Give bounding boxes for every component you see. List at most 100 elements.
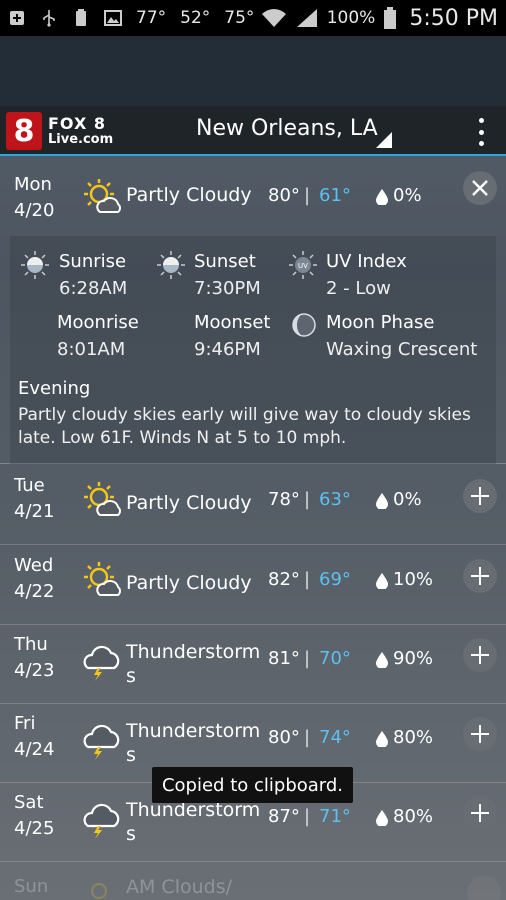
forecast-day-expanded: Mon 4/20 Partly Cloudy 80° | 61° 0% Sunr… — [0, 158, 506, 464]
low-temp: 70° — [319, 648, 351, 669]
high-temp: 80° — [268, 185, 300, 206]
moonset-label: Moonset — [194, 312, 271, 333]
day-date: 4/21 — [14, 501, 55, 522]
high-temp: 81° — [268, 648, 300, 669]
precip-chance: 10% — [393, 569, 434, 590]
evening-title: Evening — [18, 378, 91, 399]
signal-icon — [296, 9, 317, 27]
partly-cloudy-icon — [84, 482, 121, 516]
moon-phase-value: Waxing Crescent — [326, 339, 478, 360]
logo-text-live: Live.com — [48, 132, 114, 147]
day-label: Fri 4/24 — [14, 711, 54, 763]
day-label: Mon 4/20 — [14, 172, 54, 224]
moonset-icon — [165, 314, 176, 336]
moonrise-time: 8:01AM — [57, 339, 126, 360]
temp-separator: | — [304, 185, 311, 206]
high-temp: 80° — [268, 727, 300, 748]
day-date: 4/24 — [14, 739, 55, 760]
day-name: Thu — [14, 634, 48, 655]
low-temp: 69° — [319, 569, 351, 590]
day-name: Fri — [14, 713, 36, 734]
forecast-row[interactable]: Thu 4/23 Thunderstorm s 81° | 70° 90% — [0, 624, 506, 704]
raindrop-icon — [376, 652, 388, 668]
sunset-time: 7:30PM — [194, 278, 261, 299]
raindrop-icon — [376, 189, 388, 205]
condition-text: Thunderstorm s — [126, 719, 260, 767]
sunrise-icon — [21, 251, 49, 279]
thunderstorm-icon — [83, 724, 120, 760]
uv-index-icon: UV — [289, 251, 317, 279]
high-temp: 78° — [268, 489, 300, 510]
high-temp: 82° — [268, 569, 300, 590]
expand-button[interactable] — [463, 479, 497, 513]
partly-cloudy-icon — [84, 562, 121, 596]
expand-button[interactable] — [463, 717, 497, 751]
moon-phase-label: Moon Phase — [326, 312, 435, 333]
condition-line-2: s — [126, 823, 136, 845]
expand-button[interactable] — [463, 559, 497, 593]
uv-label: UV Index — [326, 251, 407, 272]
battery-icon — [384, 7, 397, 29]
forecast-row-partial: Sun AM Clouds/ — [0, 862, 506, 900]
overflow-menu-icon[interactable] — [474, 118, 488, 146]
low-temp: 74° — [319, 727, 351, 748]
dropdown-caret-icon[interactable] — [376, 132, 392, 148]
status-temp-2: 52° — [180, 8, 211, 28]
day-name: Sat — [14, 792, 44, 813]
sunrise-block: Sunrise 6:28AM — [59, 248, 127, 302]
precip-chance: 80% — [393, 806, 434, 827]
logo-mark: 8 — [6, 112, 42, 150]
partly-cloudy-icon — [84, 179, 121, 213]
expand-button[interactable] — [467, 876, 501, 900]
moon-phase-icon — [292, 313, 316, 337]
condition-text: Thunderstorm s — [126, 798, 260, 846]
gallery-icon — [104, 10, 122, 26]
condition-text: Thunderstorm s — [126, 640, 260, 688]
day-date: 4/25 — [14, 818, 55, 839]
condition-text: Partly Cloudy — [126, 572, 252, 594]
collapse-button[interactable] — [463, 171, 497, 205]
precip-chance: 90% — [393, 648, 434, 669]
day-date: 4/23 — [14, 660, 55, 681]
moonrise-icon — [29, 314, 40, 336]
status-temp-1: 77° — [136, 8, 167, 28]
close-icon — [472, 180, 488, 196]
temp-separator: | — [304, 727, 311, 748]
uv-value: 2 - Low — [326, 278, 391, 299]
day-name: Mon — [14, 174, 52, 195]
day-label: Wed 4/22 — [14, 553, 54, 605]
moonset-block: Moonset 9:46PM — [194, 309, 270, 363]
status-bar: 77° 52° 75° 100% 5:50 PM — [0, 0, 506, 36]
low-temp: 63° — [319, 489, 351, 510]
temp-separator: | — [304, 806, 311, 827]
sunset-icon — [157, 251, 185, 279]
expand-button[interactable] — [463, 796, 497, 830]
evening-forecast-text: Partly cloudy skies early will give way … — [18, 405, 471, 448]
day-label: Tue 4/21 — [14, 473, 54, 525]
sunset-label: Sunset — [194, 251, 256, 272]
condition-line-1: Thunderstorm — [126, 641, 261, 663]
raindrop-icon — [376, 731, 388, 747]
condition-line-2: s — [126, 744, 136, 766]
condition-line-2: s — [126, 665, 136, 687]
condition-text: AM Clouds/ — [126, 876, 233, 898]
sunrise-label: Sunrise — [59, 251, 127, 272]
raindrop-icon — [376, 810, 388, 826]
moonset-time: 9:46PM — [194, 339, 261, 360]
city-selector[interactable]: New Orleans, LA — [196, 116, 378, 141]
logo-text-fox8: FOX 8 — [48, 114, 106, 133]
expand-button[interactable] — [463, 638, 497, 672]
forecast-row[interactable]: Tue 4/21 Partly Cloudy 78° | 63° 0% — [0, 465, 506, 545]
moonrise-block: Moonrise 8:01AM — [57, 309, 139, 363]
day-date: 4/22 — [14, 581, 55, 602]
status-time: 5:50 PM — [409, 5, 498, 31]
fox8-logo: 8 FOX 8 Live.com — [6, 112, 118, 152]
forecast-row[interactable]: Wed 4/22 Partly Cloudy 82° | 69° 10% — [0, 545, 506, 625]
temp-separator: | — [304, 569, 311, 590]
day-label: Thu 4/23 — [14, 632, 54, 684]
thunderstorm-icon — [83, 645, 120, 681]
temp-separator: | — [304, 489, 311, 510]
raindrop-icon — [376, 493, 388, 509]
usb-icon — [43, 10, 55, 27]
day-date: 4/20 — [14, 200, 55, 221]
